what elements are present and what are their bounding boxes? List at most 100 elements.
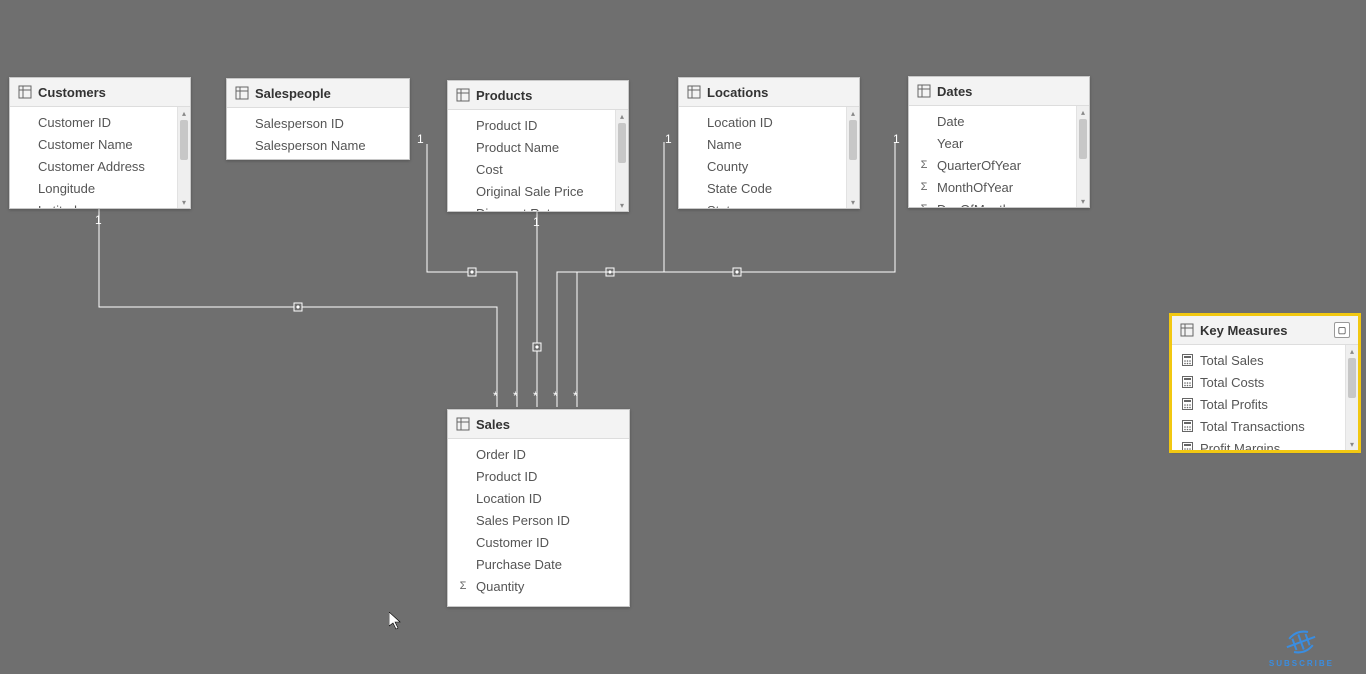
- cardinality-many: *: [493, 389, 498, 403]
- scroll-thumb[interactable]: [1348, 358, 1356, 398]
- scroll-up-icon[interactable]: ▴: [178, 107, 190, 119]
- field-row[interactable]: Total Transactions: [1172, 415, 1345, 437]
- maximize-icon[interactable]: ▢: [1334, 322, 1350, 338]
- field-row[interactable]: Product ID: [448, 465, 629, 487]
- field-list: Order IDProduct ID Location ID Sales Perso…: [448, 439, 629, 606]
- field-name: Total Profits: [1200, 397, 1337, 412]
- table-header[interactable]: Sales: [448, 410, 629, 439]
- table-title: Sales: [476, 417, 621, 432]
- cardinality-many: *: [573, 389, 578, 403]
- table-key-measures[interactable]: Key Measures ▢ Total SalesTotal Costs Tot…: [1171, 315, 1359, 451]
- scroll-up-icon[interactable]: ▴: [1346, 345, 1358, 357]
- table-salespeople[interactable]: Salespeople Salesperson ID Salesperson Na…: [226, 78, 410, 160]
- table-header[interactable]: Locations: [679, 78, 859, 107]
- scroll-thumb[interactable]: [180, 120, 188, 160]
- field-row[interactable]: ΣDayOfMonth: [909, 198, 1076, 207]
- field-row[interactable]: County: [679, 155, 846, 177]
- table-header[interactable]: Dates: [909, 77, 1089, 106]
- field-name: Year: [937, 136, 1068, 151]
- field-row[interactable]: Year: [909, 132, 1076, 154]
- scroll-thumb[interactable]: [618, 123, 626, 163]
- scrollbar[interactable]: ▴ ▾: [846, 107, 859, 208]
- scrollbar[interactable]: ▴ ▾: [177, 107, 190, 208]
- field-name: Customer ID: [476, 535, 621, 550]
- field-row[interactable]: Salesperson Name: [227, 134, 409, 156]
- field-name: Salesperson Name: [255, 138, 401, 153]
- field-row[interactable]: Total Profits: [1172, 393, 1345, 415]
- field-row[interactable]: Total Sales: [1172, 349, 1345, 371]
- table-icon: [456, 88, 470, 102]
- field-row[interactable]: Location ID: [448, 487, 629, 509]
- table-header[interactable]: Salespeople: [227, 79, 409, 108]
- sigma-icon: Σ: [456, 580, 470, 592]
- scroll-down-icon[interactable]: ▾: [1077, 195, 1089, 207]
- field-row[interactable]: Total Costs: [1172, 371, 1345, 393]
- scroll-down-icon[interactable]: ▾: [178, 196, 190, 208]
- field-name: QuarterOfYear: [937, 158, 1068, 173]
- scroll-up-icon[interactable]: ▴: [616, 110, 628, 122]
- field-row[interactable]: Longitude: [10, 177, 177, 199]
- table-title: Customers: [38, 85, 182, 100]
- field-row[interactable]: ΣQuantity: [448, 575, 629, 597]
- table-title: Dates: [937, 84, 1081, 99]
- field-row[interactable]: Customer Address: [10, 155, 177, 177]
- field-name: Product Name: [476, 140, 607, 155]
- field-row[interactable]: Latitude: [10, 199, 177, 208]
- field-name: Cost: [476, 162, 607, 177]
- scroll-down-icon[interactable]: ▾: [616, 199, 628, 211]
- scroll-up-icon[interactable]: ▴: [1077, 106, 1089, 118]
- scrollbar[interactable]: ▴ ▾: [1076, 106, 1089, 207]
- field-row[interactable]: ΣQuarterOfYear: [909, 154, 1076, 176]
- cardinality-one: 1: [533, 215, 540, 229]
- scrollbar[interactable]: ▴ ▾: [615, 110, 628, 211]
- field-row[interactable]: Discount Rate: [448, 202, 615, 211]
- field-row[interactable]: Profit Margins: [1172, 437, 1345, 450]
- field-name: Customer ID: [38, 115, 169, 130]
- field-name: Location ID: [707, 115, 838, 130]
- scroll-up-icon[interactable]: ▴: [847, 107, 859, 119]
- field-row[interactable]: Cost: [448, 158, 615, 180]
- field-row[interactable]: State Code: [679, 177, 846, 199]
- field-row[interactable]: Customer ID: [10, 111, 177, 133]
- field-row[interactable]: Original Sale Price: [448, 180, 615, 202]
- field-row[interactable]: Location ID: [679, 111, 846, 133]
- calculator-icon: [1180, 420, 1194, 432]
- table-locations[interactable]: Locations Location ID NameCountyState Cod…: [678, 77, 860, 209]
- table-dates[interactable]: Dates DateYearΣQuarterOfYearΣMonthOfYear…: [908, 76, 1090, 208]
- field-row[interactable]: State: [679, 199, 846, 208]
- table-customers[interactable]: Customers Customer ID Customer Name Custom…: [9, 77, 191, 209]
- field-list: Product ID Product Name Cost Original Sale …: [448, 110, 615, 211]
- field-row[interactable]: Sales Person ID: [448, 509, 629, 531]
- table-sales[interactable]: Sales Order IDProduct ID Location ID Sales…: [447, 409, 630, 607]
- field-row[interactable]: Customer Name: [10, 133, 177, 155]
- field-name: Purchase Date: [476, 557, 621, 572]
- scroll-thumb[interactable]: [849, 120, 857, 160]
- table-products[interactable]: Products Product ID Product Name Cost Origi…: [447, 80, 629, 212]
- field-name: Customer Address: [38, 159, 169, 174]
- table-header[interactable]: Products: [448, 81, 628, 110]
- model-canvas[interactable]: 1 1 1 1 1 * * * * * Customers Customer I…: [0, 0, 1366, 674]
- table-title: Salespeople: [255, 86, 401, 101]
- field-row[interactable]: Product ID: [448, 114, 615, 136]
- field-row[interactable]: Product Name: [448, 136, 615, 158]
- scrollbar[interactable]: ▴ ▾: [1345, 345, 1358, 450]
- scroll-thumb[interactable]: [1079, 119, 1087, 159]
- field-row[interactable]: Purchase Date: [448, 553, 629, 575]
- scroll-down-icon[interactable]: ▾: [1346, 438, 1358, 450]
- field-row[interactable]: Name: [679, 133, 846, 155]
- field-name: Location ID: [476, 491, 621, 506]
- sigma-icon: Σ: [917, 181, 931, 193]
- table-icon: [917, 84, 931, 98]
- field-row[interactable]: ΣMonthOfYear: [909, 176, 1076, 198]
- field-row[interactable]: Salesperson ID: [227, 112, 409, 134]
- field-name: Profit Margins: [1200, 441, 1337, 451]
- field-row[interactable]: Customer ID: [448, 531, 629, 553]
- field-name: Total Transactions: [1200, 419, 1337, 434]
- field-row[interactable]: Order ID: [448, 443, 629, 465]
- cardinality-many: *: [553, 389, 558, 403]
- field-name: Discount Rate: [476, 206, 607, 212]
- scroll-down-icon[interactable]: ▾: [847, 196, 859, 208]
- table-header[interactable]: Customers: [10, 78, 190, 107]
- field-row[interactable]: Date: [909, 110, 1076, 132]
- table-header[interactable]: Key Measures ▢: [1172, 316, 1358, 345]
